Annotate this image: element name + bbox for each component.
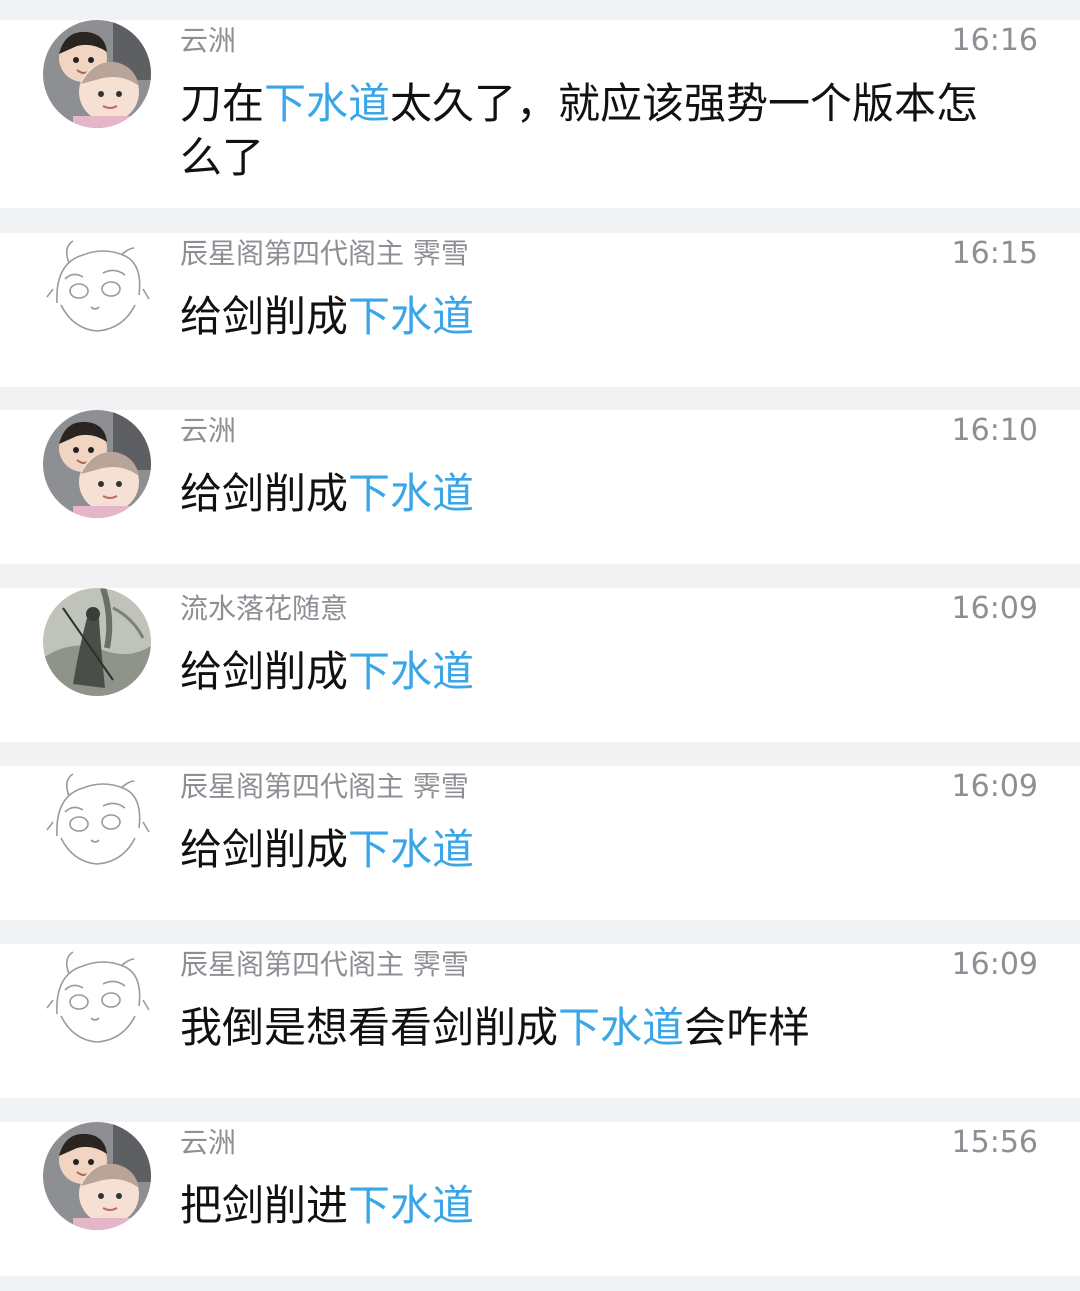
message-text-segment: 给剑削成 — [180, 825, 349, 874]
child-photo-avatar[interactable] — [43, 20, 151, 128]
highlighted-keyword: 下水道 — [264, 79, 391, 128]
anime-sketch-avatar[interactable] — [43, 233, 151, 341]
message-text-segment: 我倒是想看看剑削成 — [180, 1003, 559, 1052]
message-list: 云洲 16:16 刀在下水道太久了，就应该强势一个版本怎么了辰星阁第四代阁主 霁雪 1… — [0, 0, 1080, 1291]
sender-name: 辰星阁第四代阁主 霁雪 — [180, 770, 469, 803]
message-text: 给剑削成下水道 — [180, 823, 1010, 877]
message-item[interactable]: 辰星阁第四代阁主 霁雪 16:09 给剑削成下水道 — [0, 766, 1080, 920]
message-text-segment: 把剑削进 — [180, 1181, 349, 1230]
message-text: 给剑削成下水道 — [180, 467, 1010, 521]
message-item[interactable]: 云洲 16:10 给剑削成下水道 — [0, 410, 1080, 564]
child-photo-avatar[interactable] — [43, 1122, 151, 1230]
anime-sketch-avatar[interactable] — [43, 766, 151, 874]
message-text: 刀在下水道太久了，就应该强势一个版本怎么了 — [180, 77, 1010, 185]
message-text-segment: 给剑削成 — [180, 292, 349, 341]
highlighted-keyword: 下水道 — [558, 1003, 685, 1052]
message-text-segment: 刀在 — [180, 79, 265, 128]
sender-name: 云洲 — [180, 414, 237, 447]
message-time: 16:09 — [951, 591, 1038, 626]
message-text-segment: 给剑削成 — [180, 469, 349, 518]
message-item[interactable]: 流水落花随意 16:09 给剑削成下水道 — [0, 588, 1080, 742]
message-time: 16:09 — [951, 947, 1038, 982]
message-item[interactable]: 云洲 16:16 刀在下水道太久了，就应该强势一个版本怎么了 — [0, 20, 1080, 208]
highlighted-keyword: 下水道 — [348, 469, 475, 518]
message-time: 16:10 — [951, 413, 1038, 448]
message-text-segment: 给剑削成 — [180, 647, 349, 696]
message-time: 16:09 — [951, 769, 1038, 804]
highlighted-keyword: 下水道 — [348, 1181, 475, 1230]
highlighted-keyword: 下水道 — [348, 292, 475, 341]
message-text: 给剑削成下水道 — [180, 645, 1010, 699]
message-text: 给剑削成下水道 — [180, 290, 1010, 344]
message-text-segment: 会咋样 — [684, 1003, 811, 1052]
sender-name: 流水落花随意 — [180, 592, 349, 625]
highlighted-keyword: 下水道 — [348, 825, 475, 874]
message-text: 我倒是想看看剑削成下水道会咋样 — [180, 1001, 1010, 1055]
message-text: 把剑削进下水道 — [180, 1179, 1010, 1233]
message-time: 16:15 — [951, 236, 1038, 271]
swordsman-painting-avatar[interactable] — [43, 588, 151, 696]
message-item[interactable]: 云洲 15:56 把剑削进下水道 — [0, 1122, 1080, 1276]
message-item[interactable]: 辰星阁第四代阁主 霁雪 16:15 给剑削成下水道 — [0, 233, 1080, 387]
sender-name: 辰星阁第四代阁主 霁雪 — [180, 237, 469, 270]
sender-name: 云洲 — [180, 1126, 237, 1159]
sender-name: 云洲 — [180, 24, 237, 57]
message-time: 16:16 — [951, 23, 1038, 58]
message-time: 15:56 — [951, 1125, 1038, 1160]
anime-sketch-avatar[interactable] — [43, 944, 151, 1052]
message-item[interactable]: 辰星阁第四代阁主 霁雪 16:09 我倒是想看看剑削成下水道会咋样 — [0, 944, 1080, 1098]
child-photo-avatar[interactable] — [43, 410, 151, 518]
sender-name: 辰星阁第四代阁主 霁雪 — [180, 948, 469, 981]
highlighted-keyword: 下水道 — [348, 647, 475, 696]
